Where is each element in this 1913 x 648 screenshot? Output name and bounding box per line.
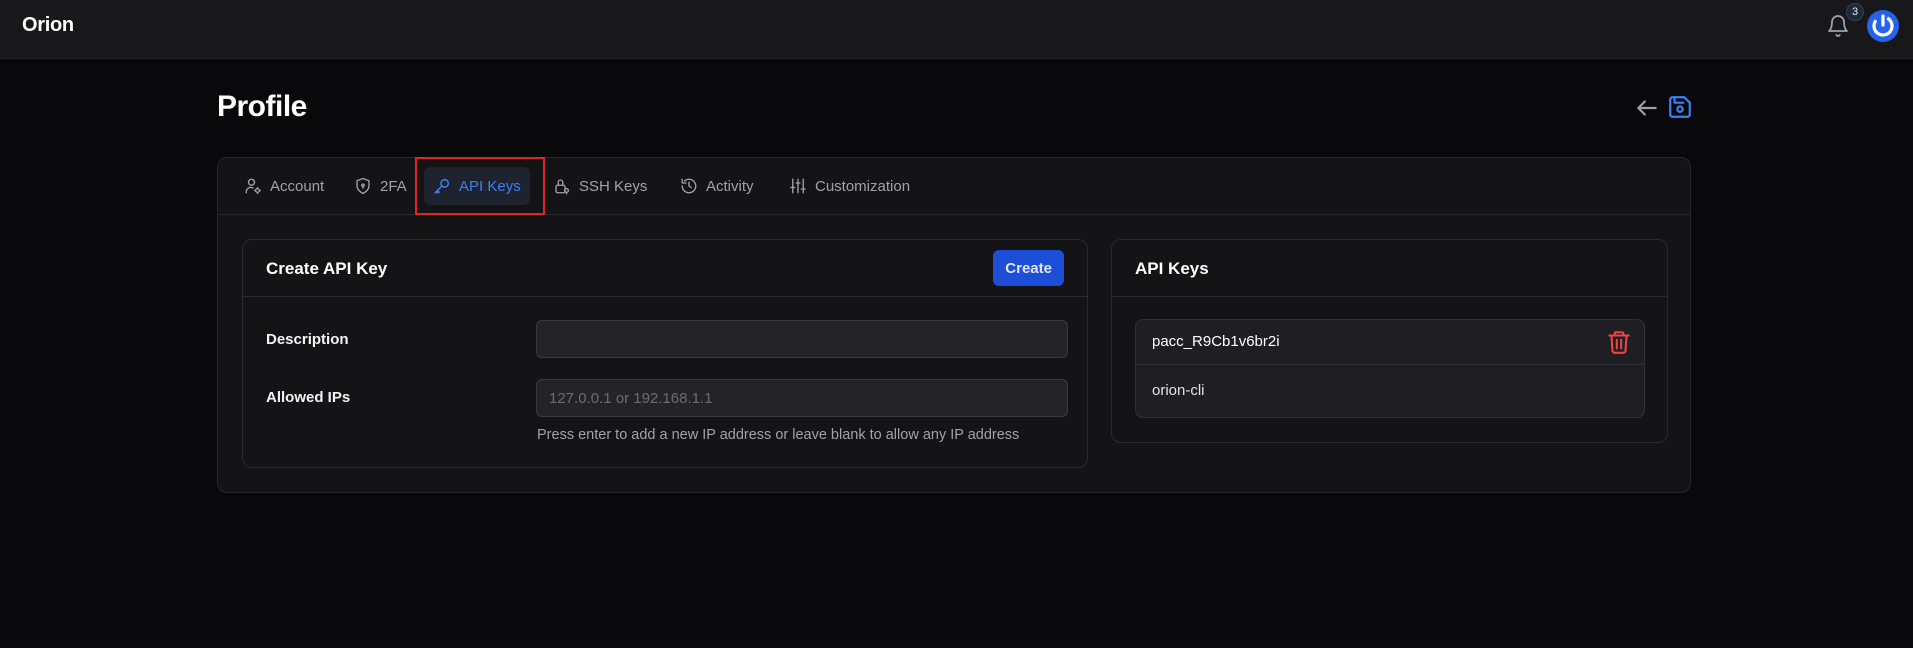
tab-label: SSH Keys — [579, 177, 648, 195]
save-icon[interactable] — [1667, 94, 1693, 120]
history-icon — [681, 178, 697, 194]
key-row: pacc_R9Cb1v6br2i — [1136, 320, 1644, 365]
tab-api-keys[interactable]: API Keys — [424, 167, 530, 205]
tab-activity[interactable]: Activity — [671, 167, 763, 205]
sliders-icon — [790, 178, 806, 194]
tab-label: Account — [270, 177, 325, 195]
shield-icon — [356, 177, 370, 195]
allowed-ips-hint: Press enter to add a new IP address or l… — [537, 427, 1020, 443]
trash-icon[interactable] — [1606, 329, 1632, 355]
back-arrow-icon[interactable] — [1634, 95, 1660, 121]
api-keys-panel: API Keys pacc_R9Cb1v6br2i orion-cli — [1111, 239, 1668, 443]
panel-header: API Keys — [1112, 240, 1667, 297]
list-item: pacc_R9Cb1v6br2i orion-cli — [1135, 319, 1645, 418]
description-input[interactable] — [536, 320, 1068, 358]
bell-icon[interactable] — [1826, 14, 1850, 38]
description-label: Description — [266, 331, 349, 348]
profile-card: Account 2FA API Keys SSH Keys Activity C… — [217, 157, 1691, 493]
panel-title: API Keys — [1135, 259, 1209, 278]
tab-bar: Account 2FA API Keys SSH Keys Activity C… — [218, 157, 1690, 215]
page-title: Profile — [217, 90, 307, 123]
tab-2fa[interactable]: 2FA — [345, 167, 416, 205]
notification-badge: 3 — [1846, 3, 1864, 21]
tab-account[interactable]: Account — [235, 167, 333, 205]
key-icon — [434, 178, 450, 194]
tab-label: Activity — [706, 177, 754, 195]
tab-customization[interactable]: Customization — [780, 167, 919, 205]
top-bar: Orion 3 — [0, 0, 1913, 59]
key-id: pacc_R9Cb1v6br2i — [1152, 333, 1280, 350]
app-logo[interactable]: Orion — [22, 14, 74, 37]
allowed-ips-label: Allowed IPs — [266, 389, 351, 406]
tab-ssh-keys[interactable]: SSH Keys — [544, 167, 656, 205]
allowed-ips-input[interactable] — [536, 379, 1068, 417]
panel-title: Create API Key — [266, 259, 388, 278]
user-gear-icon — [245, 178, 262, 195]
avatar[interactable] — [1867, 10, 1899, 42]
create-button[interactable]: Create — [993, 250, 1064, 286]
tab-label: 2FA — [380, 177, 407, 195]
tab-label: Customization — [815, 177, 911, 195]
create-api-key-panel: Create API Key Create Description Allowe… — [242, 239, 1088, 468]
panel-header: Create API Key Create — [243, 240, 1087, 297]
key-name: orion-cli — [1152, 382, 1205, 399]
power-icon — [1872, 14, 1894, 37]
tab-label: API Keys — [459, 177, 521, 195]
lock-key-icon — [555, 179, 570, 195]
